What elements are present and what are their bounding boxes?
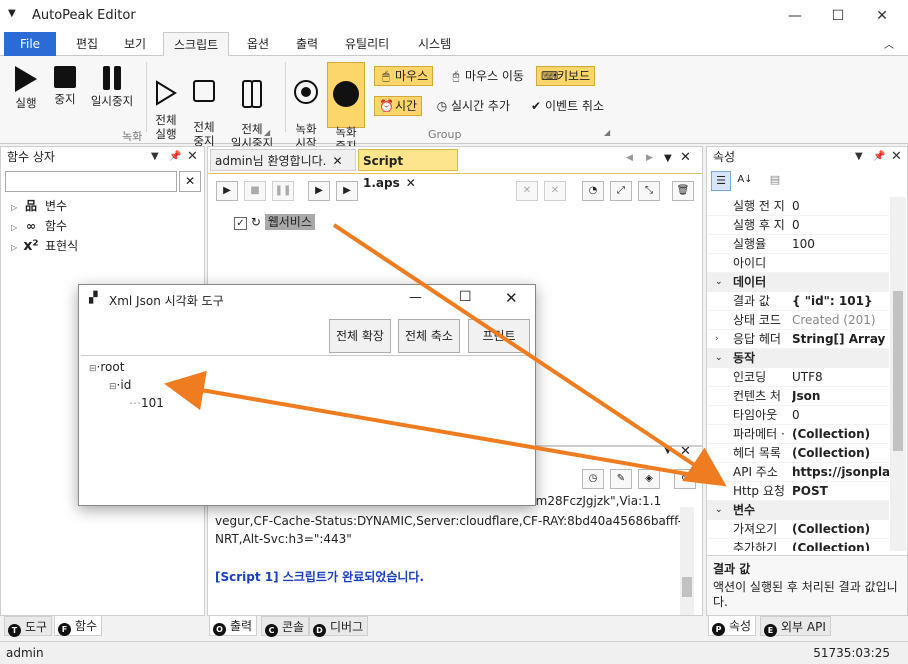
- annotation-arrows: [164, 223, 727, 487]
- arrow-node-to-http: [332, 223, 727, 487]
- arrow-result-to-tree: [164, 370, 723, 482]
